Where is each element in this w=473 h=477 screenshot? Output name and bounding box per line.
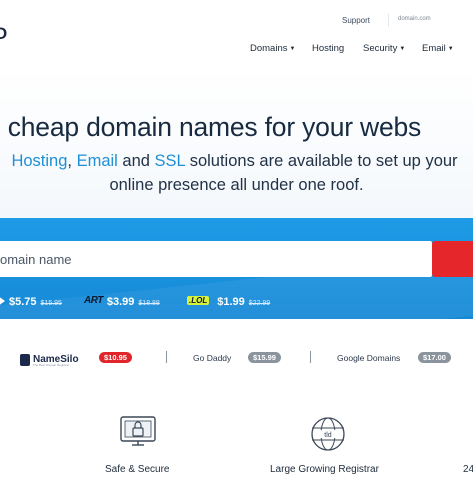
tld-old-price: $15.95 (40, 300, 62, 307)
domain-search-band: $5.75$15.95 ART$3.99$18.88 .LOL $1.99$22.… (0, 218, 473, 319)
feature-label: Large Growing Registrar (270, 464, 379, 475)
header-search-placeholder: domain.com (398, 16, 431, 22)
namesilo-logo-mark (20, 353, 30, 366)
ssl-link[interactable]: SSL (155, 152, 186, 170)
chevron-down-icon: ▼ (289, 46, 296, 52)
tld-price-row: $5.75 $15.95 ART $3.99 $18.88 .LOL $1.99 $22.… (0, 292, 473, 310)
globe-text: tld (324, 432, 332, 439)
header-search[interactable]: domain.com (388, 14, 473, 27)
hero-comma: , (67, 152, 77, 170)
features-section: Safe & Secure tld Large Growing Registra… (0, 405, 473, 477)
hero-section: d cheap domain names for your webs Hosti… (0, 68, 473, 218)
tld-offer[interactable]: ART $3.99 $18.88 (84, 292, 160, 310)
tld-price: $1.99 (217, 296, 245, 308)
hosting-link[interactable]: Hosting (11, 152, 67, 170)
support-link[interactable]: Support (342, 16, 370, 25)
tld-old-price: $22.99 (248, 300, 271, 307)
feature-label: 24 (463, 464, 473, 475)
domain-search-button[interactable] (432, 241, 473, 277)
nav-security[interactable]: Security ▼ (363, 43, 405, 54)
google-domains-price-badge: $17.00 (418, 352, 451, 363)
domain-search-input[interactable] (0, 241, 420, 277)
hero-subtitle-line2: online presence all under one roof. (109, 176, 364, 194)
arrow-icon (0, 297, 5, 305)
google-domains-name: Google Domains (337, 353, 401, 363)
domain-search-box (0, 241, 432, 277)
namesilo-logo: NameSilo The Best Domain Registrar (20, 351, 79, 369)
hero-subtitle-line1: Hosting, Email and SSL solutions are ava… (0, 152, 471, 171)
nav-hosting[interactable]: Hosting (312, 43, 344, 54)
price-comparison: NameSilo The Best Domain Registrar $10.9… (0, 338, 473, 378)
nav-domains-label: Domains (250, 43, 288, 54)
art-logo: ART (84, 295, 103, 307)
chevron-down-icon: ▼ (447, 46, 454, 52)
namesilo-price-badge: $10.95 (99, 352, 132, 363)
feature-label: Safe & Secure (105, 464, 170, 475)
lol-logo: .LOL (187, 296, 210, 306)
divider (166, 351, 167, 363)
hero-sub-rest: solutions are available to set up your (185, 152, 458, 170)
hero-title: d cheap domain names for your webs (0, 112, 422, 142)
email-link[interactable]: Email (77, 152, 118, 170)
godaddy-price-badge: $15.99 (248, 352, 281, 363)
tld-price: $5.75 (9, 296, 37, 308)
chevron-down-icon: ▼ (399, 46, 406, 52)
lock-monitor-icon (120, 416, 156, 446)
tld-price: $3.99 (106, 296, 135, 308)
nav-security-label: Security (363, 43, 398, 54)
site-header: O Support domain.com Domains▼ Hosting Se… (0, 0, 473, 68)
nav-email[interactable]: Email ▼ (422, 43, 454, 54)
globe-icon: tld (311, 417, 345, 451)
top-bar: Support domain.com (0, 14, 473, 28)
tld-offer[interactable]: .LOL $1.99 $22.99 (187, 292, 270, 310)
tld-old-price: $18.88 (138, 300, 160, 307)
nav-domains[interactable]: Domains ▼ (250, 43, 295, 54)
nav-hosting-label: Hosting (312, 43, 345, 54)
godaddy-name: Go Daddy (193, 353, 232, 363)
namesilo-tagline: The Best Domain Registrar (33, 363, 70, 367)
nav-email-label: Email (422, 43, 446, 54)
hero-and: and (117, 152, 155, 170)
divider (310, 351, 311, 363)
tld-offer[interactable]: $5.75 $15.95 (0, 292, 62, 310)
